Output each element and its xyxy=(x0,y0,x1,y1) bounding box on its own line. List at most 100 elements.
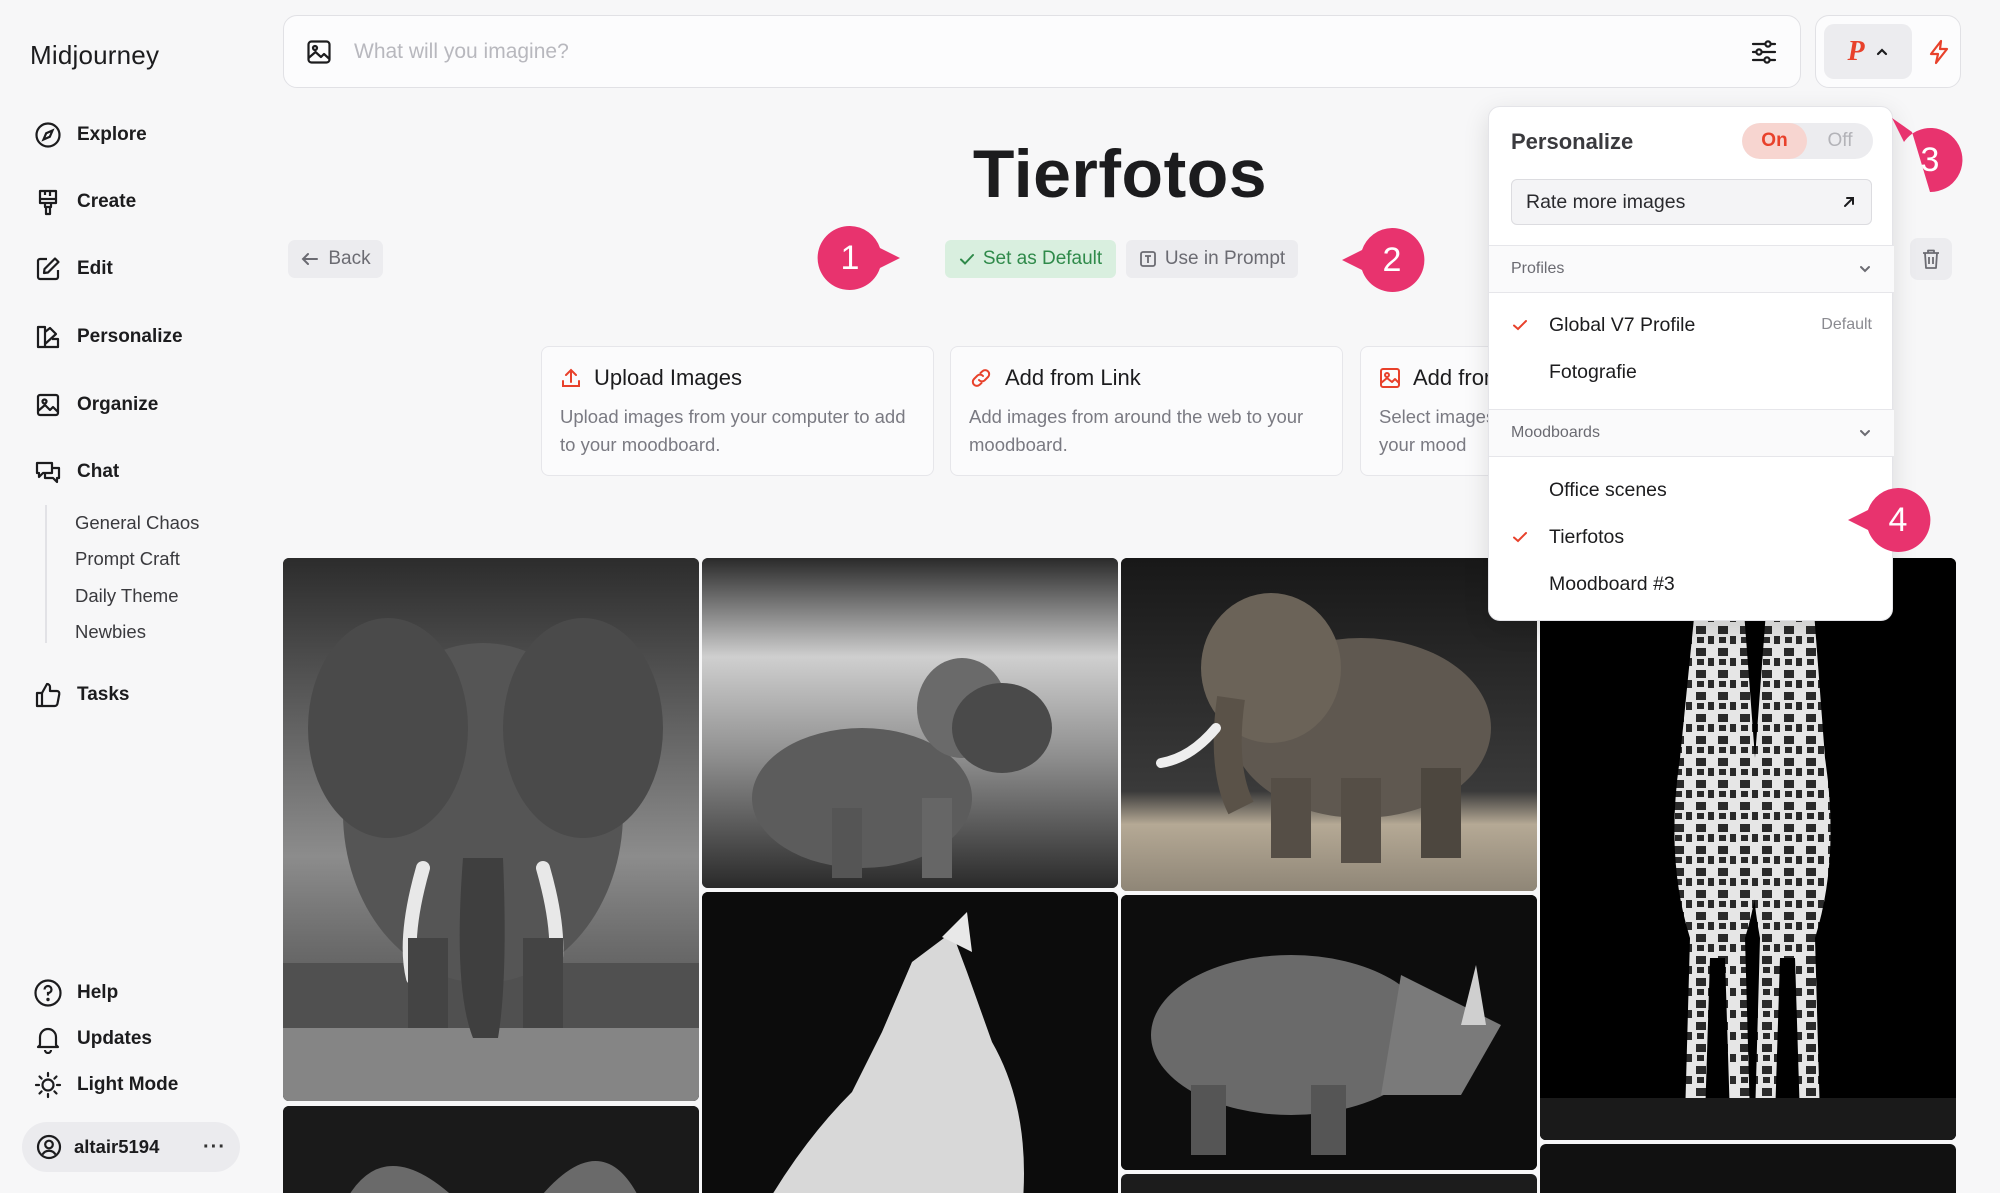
thumbs-up-icon xyxy=(33,680,63,710)
moodboard-name: Moodboard #3 xyxy=(1549,572,1675,595)
dropdown-title: Personalize xyxy=(1511,129,1634,154)
sidebar: Midjourney Explore Create Edit Personali… xyxy=(0,0,270,1193)
delete-moodboard-button[interactable] xyxy=(1910,238,1952,280)
set-as-default-label: Set as Default xyxy=(982,248,1103,269)
moodboard-image-giraffes[interactable] xyxy=(1540,558,1956,1140)
upload-icon xyxy=(560,367,582,389)
username: altair5194 xyxy=(74,1136,160,1157)
toggle-off[interactable]: Off xyxy=(1807,123,1873,159)
moodboard-name: Tierfotos xyxy=(1549,525,1625,548)
image-prompt-icon[interactable] xyxy=(306,39,332,65)
use-in-prompt-label: Use in Prompt xyxy=(1164,248,1286,269)
card-description: Upload images from your computer to add … xyxy=(560,406,906,455)
arrow-left-icon xyxy=(300,249,320,269)
sidebar-item-organize[interactable]: Organize xyxy=(33,385,158,425)
moodboard-item-moodboard-3[interactable]: Moodboard #3 xyxy=(1489,564,1894,604)
moodboard-image-lioness[interactable] xyxy=(702,558,1118,888)
palette-icon xyxy=(33,322,63,352)
chevron-down-icon xyxy=(1858,262,1872,276)
profiles-header-label: Profiles xyxy=(1511,260,1565,277)
moodboard-image-partial-2[interactable] xyxy=(1540,1144,1956,1193)
profile-item-global-v7[interactable]: Global V7 Profile Default xyxy=(1489,305,1894,345)
profile-name: Fotografie xyxy=(1549,360,1637,383)
sidebar-item-help[interactable]: Help xyxy=(33,973,118,1013)
personalize-on-off-toggle[interactable]: On Off xyxy=(1742,123,1873,159)
back-button[interactable]: Back xyxy=(288,240,383,278)
check-icon xyxy=(1511,316,1541,334)
profile-name: Global V7 Profile xyxy=(1549,313,1696,336)
chat-channel-prompt-craft[interactable]: Prompt Craft xyxy=(75,548,180,570)
sidebar-item-edit[interactable]: Edit xyxy=(33,249,113,289)
sidebar-item-personalize[interactable]: Personalize xyxy=(33,317,183,357)
chat-icon xyxy=(33,457,63,487)
moodboard-image-elephant[interactable] xyxy=(283,558,699,1101)
sun-icon xyxy=(33,1070,63,1100)
card-title: Add from Link xyxy=(1005,365,1141,390)
sidebar-item-tasks[interactable]: Tasks xyxy=(33,675,129,715)
top-right-controls: P xyxy=(1815,15,1961,88)
chevron-down-icon xyxy=(1858,426,1872,440)
chevron-up-icon xyxy=(1875,45,1889,59)
app-logo[interactable]: Midjourney xyxy=(30,40,159,71)
text-box-icon xyxy=(1139,250,1157,268)
image-folder-icon xyxy=(33,390,63,420)
set-as-default-button[interactable]: Set as Default xyxy=(945,240,1116,278)
sidebar-item-label: Updates xyxy=(77,1028,152,1049)
use-in-prompt-button[interactable]: Use in Prompt xyxy=(1126,240,1298,278)
user-avatar-icon xyxy=(36,1134,62,1160)
check-icon xyxy=(1511,528,1541,546)
check-icon xyxy=(959,251,975,267)
rate-more-images-button[interactable]: Rate more images xyxy=(1511,179,1872,225)
profiles-section-header[interactable]: Profiles xyxy=(1489,245,1894,293)
chat-channel-daily-theme[interactable]: Daily Theme xyxy=(75,585,179,607)
sidebar-item-chat[interactable]: Chat xyxy=(33,452,119,492)
moodboard-image-rhino[interactable] xyxy=(1121,895,1537,1170)
sidebar-item-explore[interactable]: Explore xyxy=(33,115,147,155)
lightning-icon[interactable] xyxy=(1926,39,1952,65)
sidebar-item-label: Light Mode xyxy=(77,1074,179,1095)
upload-images-card[interactable]: Upload Images Upload images from your co… xyxy=(541,346,934,476)
bell-icon xyxy=(33,1024,63,1054)
compass-icon xyxy=(33,120,63,150)
external-arrow-icon xyxy=(1841,194,1857,210)
moodboard-item-tierfotos[interactable]: Tierfotos xyxy=(1489,517,1894,557)
moodboard-item-office-scenes[interactable]: Office scenes xyxy=(1489,470,1894,510)
brush-icon xyxy=(33,187,63,217)
prompt-input[interactable] xyxy=(354,39,1750,64)
prompt-bar xyxy=(283,15,1801,88)
profile-item-fotografie[interactable]: Fotografie xyxy=(1489,352,1894,392)
edit-icon xyxy=(33,254,63,284)
moodboard-image-elephant-walking[interactable] xyxy=(1121,558,1537,891)
personalize-letter: P xyxy=(1847,35,1865,67)
sidebar-item-label: Explore xyxy=(77,124,147,145)
moodboard-image-hare[interactable] xyxy=(283,1106,699,1193)
moodboard-image-wolf[interactable] xyxy=(702,892,1118,1193)
moodboards-section-header[interactable]: Moodboards xyxy=(1489,409,1894,457)
sidebar-item-label: Chat xyxy=(77,461,120,482)
settings-sliders-icon[interactable] xyxy=(1750,38,1778,66)
sidebar-item-label: Organize xyxy=(77,394,159,415)
personalize-toggle-button[interactable]: P xyxy=(1824,24,1912,79)
moodboard-image-partial[interactable] xyxy=(1121,1174,1537,1193)
sidebar-item-updates[interactable]: Updates xyxy=(33,1019,152,1059)
sidebar-item-label: Edit xyxy=(77,258,113,279)
sidebar-item-light-mode[interactable]: Light Mode xyxy=(33,1065,178,1105)
page-title: Tierfotos xyxy=(972,136,1268,212)
chat-channel-newbies[interactable]: Newbies xyxy=(75,621,146,643)
gallery-icon xyxy=(1379,367,1401,389)
sidebar-item-create[interactable]: Create xyxy=(33,182,136,222)
user-menu[interactable]: altair5194 ··· xyxy=(22,1122,240,1172)
personalize-dropdown: Personalize On Off Rate more images Prof… xyxy=(1488,106,1894,621)
annotation-marker-3: 3 xyxy=(1892,118,1963,193)
toggle-on[interactable]: On xyxy=(1742,123,1807,159)
chat-channel-general-chaos[interactable]: General Chaos xyxy=(75,512,199,534)
chat-channel-list: General Chaos Prompt Craft Daily Theme N… xyxy=(45,505,199,643)
more-options-icon[interactable]: ··· xyxy=(203,1136,226,1159)
add-from-link-card[interactable]: Add from Link Add images from around the… xyxy=(950,346,1343,476)
card-title: Upload Images xyxy=(594,365,742,390)
sidebar-item-label: Tasks xyxy=(77,684,130,705)
default-badge: Default xyxy=(1821,316,1872,333)
annotation-marker-2: 2 xyxy=(1342,227,1425,292)
sidebar-item-label: Help xyxy=(77,982,119,1003)
annotation-marker-4: 4 xyxy=(1848,487,1931,552)
